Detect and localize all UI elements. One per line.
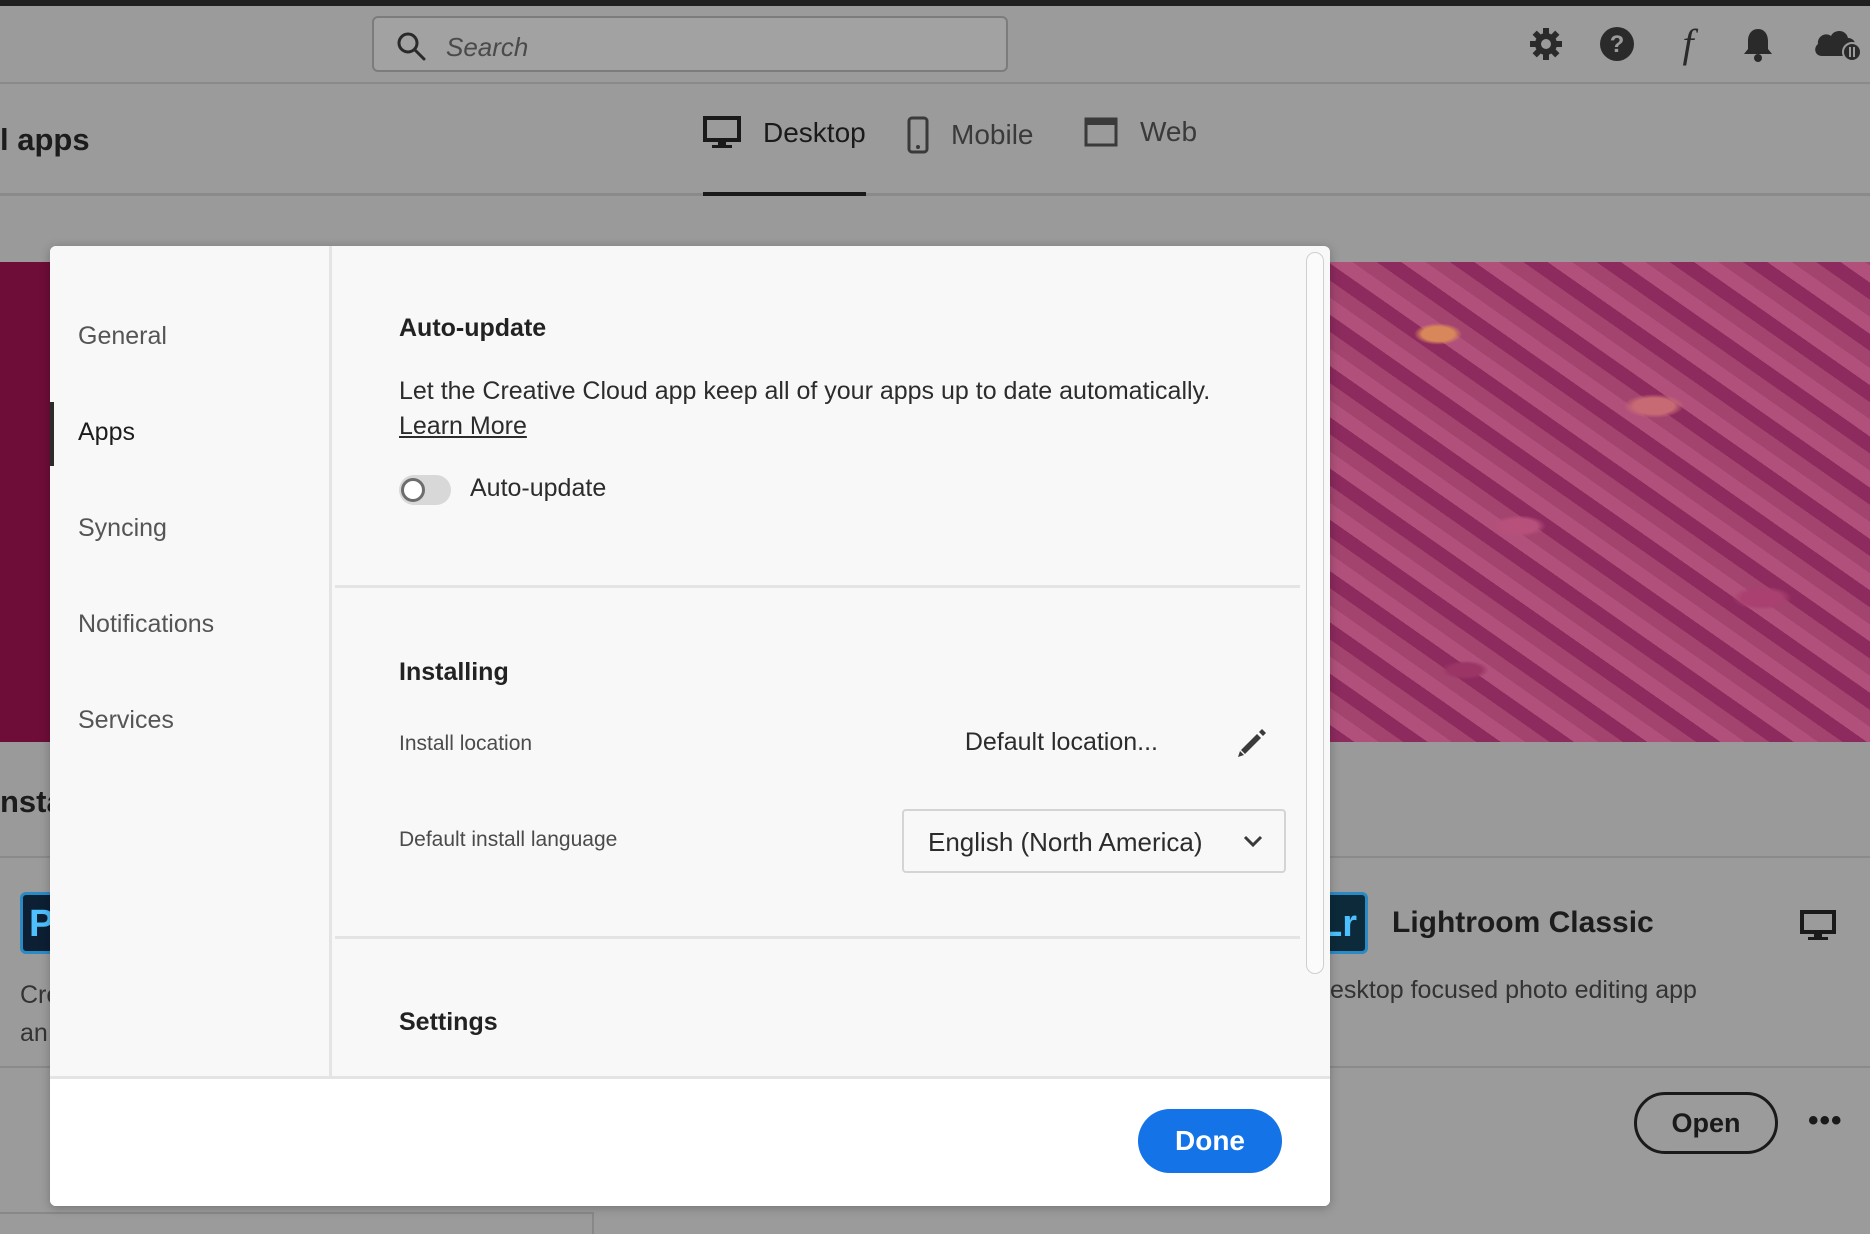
toggle-knob [401,478,425,502]
auto-update-toggle-label: Auto-update [470,474,607,502]
section-divider [335,585,1300,588]
installing-title: Installing [399,658,509,686]
install-language-dropdown[interactable]: English (North America) [902,809,1286,873]
app-nav-bar: l apps Desktop Mobile Web [0,86,1870,196]
bell-icon[interactable] [1738,24,1778,64]
install-location-label: Install location [399,732,533,755]
sidebar-item-general[interactable]: General [78,322,167,351]
install-language-label: Default install language [399,828,618,851]
pencil-icon [1238,729,1266,757]
dialog-footer: Done [50,1076,1330,1206]
app-description: esktop focused photo editing app [1330,976,1697,1004]
svg-text:?: ? [1610,31,1625,58]
search-input[interactable]: Search [372,16,1008,72]
list-item [0,1212,594,1234]
mobile-icon [907,116,929,154]
learn-more-link[interactable]: Learn More [399,412,527,441]
auto-update-title: Auto-update [399,314,547,342]
desktop-icon [1800,910,1836,947]
app-header: Search ? f [0,6,1870,84]
settings-title: Settings [399,1008,498,1036]
sidebar-item-notifications[interactable]: Notifications [78,610,214,639]
edit-location-button[interactable] [1235,726,1269,765]
tab-mobile[interactable]: Mobile [907,116,1033,154]
sidebar-item-services[interactable]: Services [78,706,174,735]
active-tab-underline [703,192,866,196]
banner-image [1330,262,1870,742]
install-location-value: Default location... [964,728,1158,756]
fonts-icon[interactable]: f [1668,24,1708,64]
help-icon[interactable]: ? [1597,24,1637,64]
done-button[interactable]: Done [1138,1109,1282,1173]
section-divider [335,936,1300,939]
preferences-sidebar: General Apps Syncing Notifications Servi… [50,246,332,1076]
search-icon [397,32,426,61]
gear-icon[interactable] [1526,24,1566,64]
preferences-dialog: General Apps Syncing Notifications Servi… [50,246,1330,1206]
open-button[interactable]: Open [1634,1092,1778,1154]
sidebar-item-apps[interactable]: Apps [78,418,135,447]
dropdown-value: English (North America) [928,827,1203,857]
chevron-down-icon [1243,835,1263,848]
auto-update-description: Let the Creative Cloud app keep all of y… [399,377,1211,405]
cloud-icon[interactable] [1812,24,1862,64]
tab-label: Mobile [951,119,1034,150]
more-options-button[interactable]: ••• [1808,1104,1843,1138]
app-name: Lightroom Classic [1392,906,1654,939]
page-title: l apps [0,122,90,157]
auto-update-toggle[interactable] [399,475,451,505]
tab-label: Web [1140,116,1198,147]
preferences-content: Auto-update Let the Creative Cloud app k… [335,246,1300,1076]
tab-label: Desktop [763,117,866,148]
sidebar-item-syncing[interactable]: Syncing [78,514,167,543]
tab-web[interactable]: Web [1084,116,1197,148]
active-nav-indicator [50,402,54,466]
search-placeholder: Search [446,32,529,62]
tab-desktop[interactable]: Desktop [703,116,866,196]
desktop-icon [703,116,741,148]
scrollbar[interactable] [1306,252,1324,974]
web-icon [1084,117,1118,147]
